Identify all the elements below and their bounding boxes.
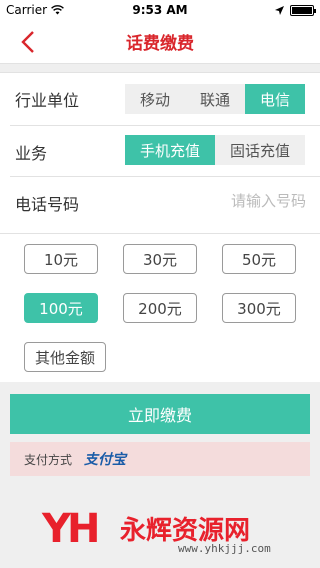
phone-label: 电话号码 (15, 195, 80, 214)
payment-form: 行业单位 移动 联通 电信 业务 手机充值 固话充值 电话号码 (0, 72, 320, 234)
page-title: 话费缴费 (126, 34, 194, 54)
payment-method-row[interactable]: 支付方式 支付宝 (10, 442, 310, 476)
battery-icon (290, 4, 316, 16)
location-arrow-icon (275, 5, 284, 15)
service-label: 业务 (15, 144, 48, 163)
service-option-mobile-topup[interactable]: 手机充值 (125, 135, 215, 165)
wifi-icon (51, 5, 64, 15)
watermark: YH 永辉资源网 www.yhkjjj.com (28, 500, 320, 560)
amount-option-10[interactable]: 10元 (24, 244, 98, 274)
watermark-logo: YH (42, 506, 100, 552)
pay-now-button[interactable]: 立即缴费 (10, 394, 310, 434)
amount-option-30[interactable]: 30元 (123, 244, 197, 274)
amount-option-100[interactable]: 100元 (24, 293, 98, 323)
service-segmented-control: 手机充值 固话充值 (125, 135, 305, 165)
amount-option-300[interactable]: 300元 (222, 293, 296, 323)
industry-label: 行业单位 (15, 91, 80, 110)
nav-bar: 话费缴费 (0, 20, 320, 64)
amount-option-200[interactable]: 200元 (123, 293, 197, 323)
amount-option-50[interactable]: 50元 (222, 244, 296, 274)
alipay-logo-text: 支付宝 (84, 452, 127, 468)
industry-option-unicom[interactable]: 联通 (185, 84, 245, 114)
industry-option-telecom[interactable]: 电信 (245, 84, 305, 114)
watermark-url: www.yhkjjj.com (178, 542, 271, 555)
alipay-logo: 支付宝 (84, 449, 126, 469)
status-bar: Carrier 9:53 AM (0, 0, 320, 20)
status-left: Carrier (6, 3, 64, 17)
carrier-label: Carrier (6, 3, 48, 17)
amount-option-other[interactable]: 其他金额 (24, 342, 106, 372)
industry-option-mobile[interactable]: 移动 (125, 84, 185, 114)
phone-number-input[interactable] (146, 192, 306, 210)
service-option-landline-topup[interactable]: 固话充值 (215, 135, 305, 165)
payment-method-label: 支付方式 (24, 452, 73, 467)
amount-options: 10元 30元 50元 100元 200元 300元 其他金额 (0, 234, 320, 382)
status-right (275, 4, 316, 16)
industry-segmented-control: 移动 联通 电信 (125, 84, 305, 114)
chevron-left-icon (21, 31, 34, 53)
back-button[interactable] (10, 24, 46, 60)
